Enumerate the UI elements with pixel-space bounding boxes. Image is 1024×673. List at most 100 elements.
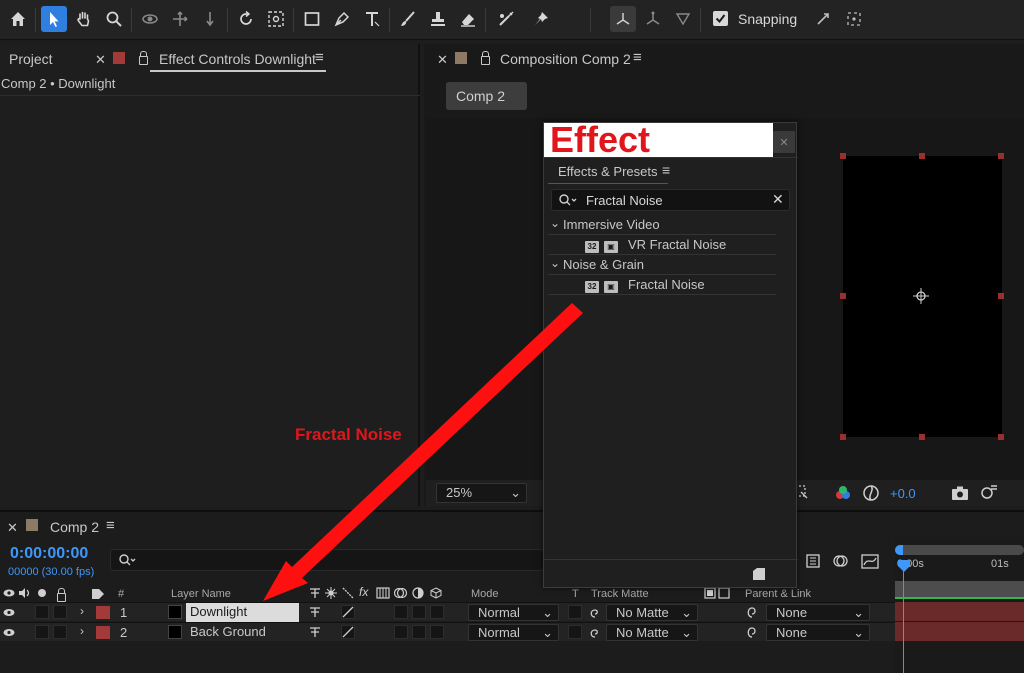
world-axis-mode-icon[interactable] <box>640 6 666 32</box>
orbit-camera-icon[interactable] <box>137 6 163 32</box>
roto-brush-tool-icon[interactable] <box>493 6 519 32</box>
shy-switch-icon[interactable] <box>308 606 322 618</box>
panel-menu-icon[interactable]: ≡ <box>315 49 324 66</box>
video-visibility-icon[interactable] <box>3 588 15 598</box>
tab-effects-presets[interactable]: Effects & Presets <box>558 164 657 179</box>
layer-label-color[interactable] <box>96 606 110 619</box>
audio-switch[interactable] <box>35 605 49 619</box>
parent-dropdown[interactable]: None ⌄ <box>766 624 870 641</box>
motion-blur-switch[interactable] <box>394 605 408 619</box>
parent-pick-whip-icon[interactable] <box>745 605 759 619</box>
parent-pick-whip-icon[interactable] <box>745 625 759 639</box>
solo-switch[interactable] <box>53 605 67 619</box>
audio-icon[interactable] <box>18 587 32 599</box>
local-axis-mode-icon[interactable] <box>610 6 636 32</box>
list-item[interactable]: ⌄ Noise & Grain <box>548 255 776 275</box>
matte-switch-icons[interactable] <box>704 587 730 599</box>
list-item[interactable]: 32 ▣ Fractal Noise <box>548 275 776 295</box>
panel-menu-icon[interactable]: ≡ <box>106 517 115 534</box>
anchor-point-tool-icon[interactable] <box>263 6 289 32</box>
zoom-dropdown[interactable]: 25% ⌄ <box>436 483 527 503</box>
track-matte-dropdown[interactable]: No Matte ⌄ <box>606 624 698 641</box>
chevron-down-icon[interactable]: ⌄ <box>550 256 560 270</box>
shy-icon[interactable] <box>308 587 322 599</box>
mode-dropdown[interactable]: Normal ⌄ <box>468 604 559 621</box>
selection-tool-icon[interactable] <box>41 6 67 32</box>
track-matte-dropdown[interactable]: No Matte ⌄ <box>606 604 698 621</box>
pan-camera-icon[interactable] <box>167 6 193 32</box>
quality-switch[interactable] <box>341 605 355 619</box>
snapshot-camera-icon[interactable] <box>951 485 969 501</box>
transform-handle[interactable] <box>840 153 846 159</box>
quality-switch[interactable] <box>341 625 355 639</box>
color-channels-icon[interactable] <box>834 484 852 502</box>
table-row[interactable]: › 2 Back Ground Normal ⌄ No Matte ⌄ None… <box>0 622 895 641</box>
adjustment-layer-icon[interactable] <box>412 587 424 599</box>
dolly-camera-icon[interactable] <box>197 6 223 32</box>
transform-handle[interactable] <box>840 293 846 299</box>
show-snapshot-icon[interactable] <box>979 483 999 501</box>
frame-blending-icon[interactable] <box>376 587 390 599</box>
clear-search-icon[interactable]: ✕ <box>772 191 784 208</box>
rectangle-tool-icon[interactable] <box>299 6 325 32</box>
color-management-icon[interactable] <box>862 484 880 502</box>
layer-duration-bar[interactable] <box>895 622 1024 641</box>
parent-dropdown[interactable]: None ⌄ <box>766 604 870 621</box>
table-row[interactable]: › 1 Downlight Normal ⌄ No Matte ⌄ None ⌄ <box>0 602 895 622</box>
tab-effect-controls[interactable]: Effect Controls Downlight <box>159 51 316 67</box>
layer-name[interactable]: Back Ground <box>190 624 266 639</box>
tab-project[interactable]: Project <box>9 51 53 67</box>
effects-fx-icon[interactable]: fx <box>359 585 368 599</box>
adjustment-switch[interactable] <box>412 605 426 619</box>
collapse-transform-icon[interactable] <box>325 587 337 599</box>
timeline-search-input[interactable] <box>110 549 544 571</box>
layer-duration-bar[interactable] <box>895 602 1024 621</box>
motion-blur-switch-icon[interactable] <box>394 587 408 599</box>
lock-icon[interactable] <box>139 51 148 65</box>
motion-blur-icon[interactable] <box>832 552 850 570</box>
audio-switch[interactable] <box>35 625 49 639</box>
close-tab-icon[interactable]: ✕ <box>437 52 448 68</box>
rotate-tool-icon[interactable] <box>233 6 259 32</box>
transform-handle[interactable] <box>919 434 925 440</box>
current-timecode[interactable]: 0:00:00:00 <box>10 545 88 563</box>
pen-tool-icon[interactable] <box>329 6 355 32</box>
preserve-transparency-switch[interactable] <box>568 605 582 619</box>
view-axis-mode-icon[interactable] <box>670 6 696 32</box>
panel-menu-icon[interactable]: ≡ <box>662 162 670 178</box>
snap-edges-icon[interactable] <box>810 6 836 32</box>
comp-button[interactable]: Comp 2 <box>446 82 527 110</box>
solo-switch[interactable] <box>53 625 67 639</box>
panel-menu-icon[interactable]: ≡ <box>633 49 642 66</box>
graph-editor-icon[interactable] <box>860 552 880 570</box>
pick-whip-icon[interactable] <box>588 605 602 619</box>
visibility-eye-icon[interactable] <box>3 608 15 617</box>
work-area-start-handle[interactable] <box>895 545 903 555</box>
layer-name-selected[interactable]: Downlight <box>186 603 299 622</box>
type-tool-icon[interactable] <box>359 6 385 32</box>
expand-chevron-icon[interactable]: › <box>80 604 84 618</box>
pick-whip-icon[interactable] <box>588 625 602 639</box>
lock-icon[interactable] <box>481 51 490 65</box>
playhead-icon[interactable] <box>897 559 911 573</box>
hand-tool-icon[interactable] <box>71 6 97 32</box>
3d-switch[interactable] <box>430 605 444 619</box>
preserve-transparency-switch[interactable] <box>568 625 582 639</box>
layer-label-color[interactable] <box>96 626 110 639</box>
transform-handle[interactable] <box>919 153 925 159</box>
label-tag-icon[interactable] <box>91 588 105 600</box>
home-icon[interactable] <box>5 6 31 32</box>
eraser-tool-icon[interactable] <box>455 6 481 32</box>
clone-stamp-tool-icon[interactable] <box>425 6 451 32</box>
timeline-ruler-area[interactable]: 0:00s 01s <box>895 537 1024 673</box>
zoom-tool-icon[interactable] <box>101 6 127 32</box>
work-area-bar[interactable] <box>895 545 1024 555</box>
expand-chevron-icon[interactable]: › <box>80 624 84 638</box>
3d-layer-icon[interactable] <box>430 587 442 599</box>
tab-timeline-comp[interactable]: Comp 2 <box>50 519 99 535</box>
chevron-down-icon[interactable]: ⌄ <box>550 216 560 230</box>
solo-icon[interactable] <box>38 589 46 597</box>
motion-blur-switch[interactable] <box>394 625 408 639</box>
transform-handle[interactable] <box>998 434 1004 440</box>
snap-features-icon[interactable] <box>841 6 867 32</box>
